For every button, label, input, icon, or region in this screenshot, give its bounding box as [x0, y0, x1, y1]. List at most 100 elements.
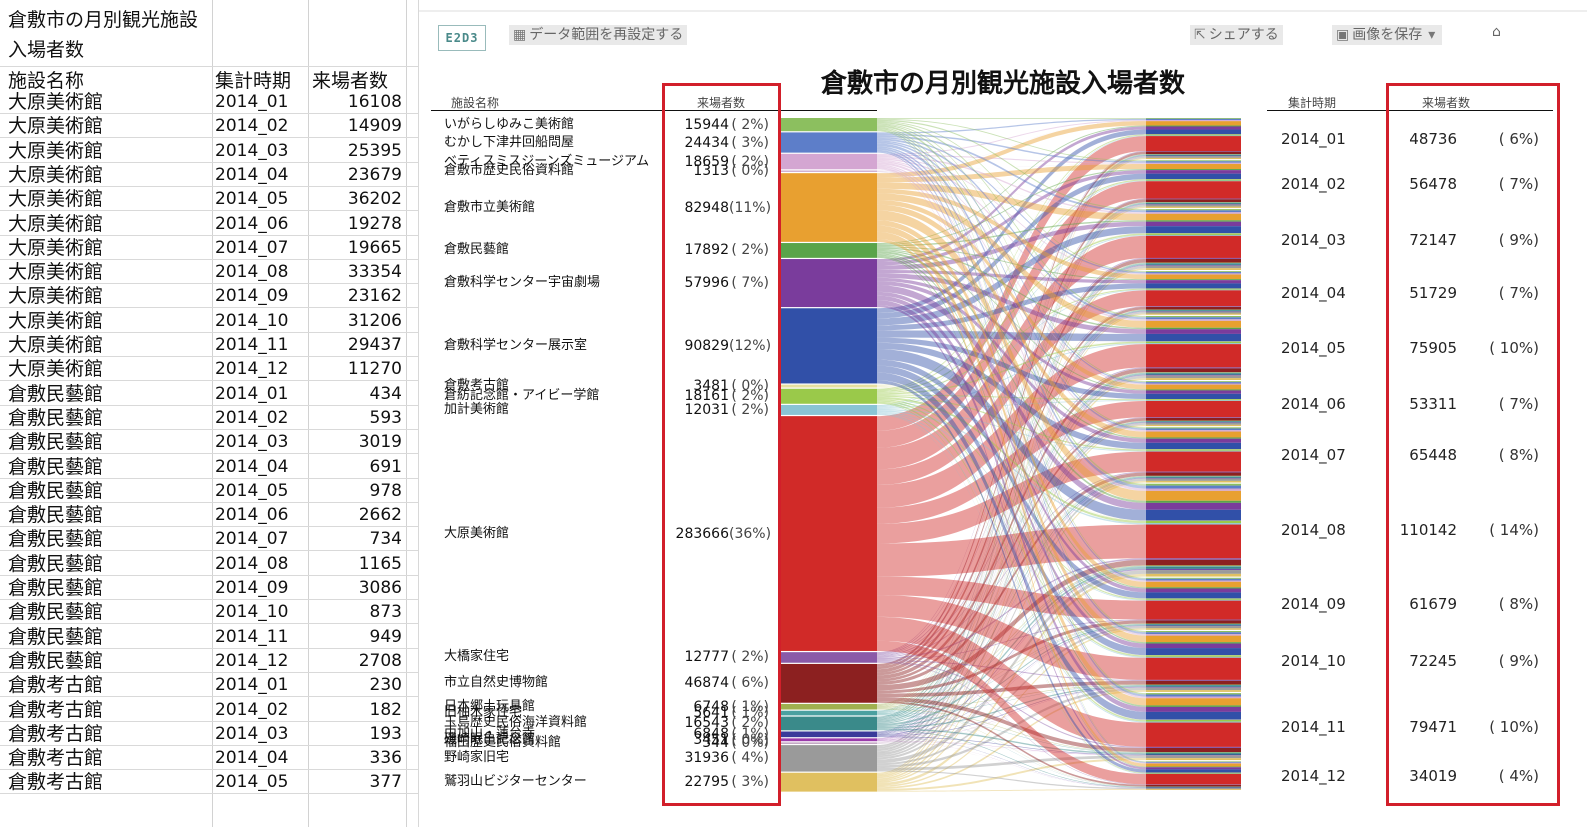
facility-bar[interactable] [779, 731, 877, 738]
cell-facility[interactable]: 倉敷民藝館 [8, 504, 103, 526]
cell-period[interactable]: 2014_01 [215, 674, 288, 696]
cell-visitors[interactable]: 11270 [312, 358, 402, 380]
period-segment[interactable] [1146, 451, 1241, 472]
cell-facility[interactable]: 大原美術館 [8, 334, 103, 356]
facility-bar[interactable] [779, 745, 877, 772]
period-segment[interactable] [1146, 438, 1241, 443]
facility-bar[interactable] [779, 738, 877, 742]
cell-visitors[interactable]: 14909 [312, 115, 402, 137]
facility-bar[interactable] [779, 663, 877, 703]
period-segment[interactable] [1146, 393, 1241, 400]
period-segment[interactable] [1146, 400, 1241, 401]
period-segment[interactable] [1146, 634, 1241, 636]
cell-period[interactable]: 2014_03 [215, 723, 288, 745]
period-segment[interactable] [1146, 273, 1241, 275]
period-segment[interactable] [1146, 690, 1241, 692]
period-segment[interactable] [1146, 156, 1241, 158]
period-segment[interactable] [1146, 389, 1241, 391]
period-segment[interactable] [1146, 283, 1241, 289]
period-segment[interactable] [1146, 374, 1241, 376]
period-segment[interactable] [1146, 767, 1241, 770]
period-segment[interactable] [1146, 367, 1241, 369]
period-segment[interactable] [1146, 271, 1241, 273]
facility-bar[interactable] [779, 132, 877, 153]
period-segment[interactable] [1146, 523, 1241, 525]
period-segment[interactable] [1146, 655, 1241, 657]
cell-visitors[interactable]: 29437 [312, 334, 402, 356]
period-segment[interactable] [1146, 288, 1241, 290]
facility-bar[interactable] [779, 384, 877, 388]
cell-period[interactable]: 2014_09 [215, 285, 288, 307]
period-segment[interactable] [1146, 685, 1241, 687]
period-segment[interactable] [1146, 478, 1241, 481]
period-segment[interactable] [1146, 648, 1241, 656]
period-segment[interactable] [1146, 635, 1241, 643]
cell-facility[interactable]: 大原美術館 [8, 310, 103, 332]
period-segment[interactable] [1146, 698, 1241, 706]
cell-visitors[interactable]: 19278 [312, 213, 402, 235]
period-segment[interactable] [1146, 642, 1241, 644]
cell-visitors[interactable]: 949 [312, 626, 402, 648]
period-segment[interactable] [1146, 721, 1241, 723]
facility-bar[interactable] [779, 170, 877, 172]
period-segment[interactable] [1146, 558, 1241, 560]
facility-bar[interactable] [779, 259, 877, 308]
period-segment[interactable] [1146, 472, 1241, 476]
period-segment[interactable] [1146, 630, 1241, 633]
period-segment[interactable] [1146, 632, 1241, 635]
cell-visitors[interactable]: 23162 [312, 285, 402, 307]
period-segment[interactable] [1146, 118, 1241, 119]
period-segment[interactable] [1146, 787, 1241, 790]
period-segment[interactable] [1146, 643, 1241, 649]
period-segment[interactable] [1146, 289, 1241, 291]
period-segment[interactable] [1146, 483, 1241, 486]
period-segment[interactable] [1146, 509, 1241, 521]
cell-facility[interactable]: 倉敷民藝館 [8, 431, 103, 453]
period-segment[interactable] [1146, 626, 1241, 629]
period-segment[interactable] [1146, 573, 1241, 577]
period-segment[interactable] [1146, 212, 1241, 214]
cell-visitors[interactable]: 434 [312, 383, 402, 405]
cell-period[interactable]: 2014_01 [215, 91, 288, 113]
period-segment[interactable] [1146, 220, 1241, 222]
period-segment[interactable] [1146, 476, 1241, 478]
period-segment[interactable] [1146, 599, 1241, 601]
period-segment[interactable] [1146, 129, 1241, 135]
period-segment[interactable] [1146, 173, 1241, 180]
cell-period[interactable]: 2014_10 [215, 601, 288, 623]
cell-facility[interactable]: 倉敷考古館 [8, 723, 103, 745]
cell-visitors[interactable]: 33354 [312, 261, 402, 283]
period-segment[interactable] [1146, 502, 1241, 510]
cell-facility[interactable]: 倉敷民藝館 [8, 626, 103, 648]
cell-period[interactable]: 2014_03 [215, 431, 288, 453]
cell-visitors[interactable]: 3086 [312, 577, 402, 599]
period-segment[interactable] [1146, 424, 1241, 427]
period-segment[interactable] [1146, 320, 1241, 328]
period-segment[interactable] [1146, 234, 1241, 236]
period-segment[interactable] [1146, 180, 1241, 182]
period-segment[interactable] [1146, 763, 1241, 767]
period-segment[interactable] [1146, 125, 1241, 127]
facility-bar[interactable] [779, 742, 877, 744]
cell-visitors[interactable]: 377 [312, 771, 402, 793]
period-segment[interactable] [1146, 272, 1241, 274]
cell-period[interactable]: 2014_10 [215, 310, 288, 332]
cell-facility[interactable]: 大原美術館 [8, 140, 103, 162]
period-segment[interactable] [1146, 384, 1241, 390]
header-cell-visitors[interactable]: 来場者数 [312, 70, 388, 92]
period-segment[interactable] [1146, 210, 1241, 213]
period-segment[interactable] [1146, 600, 1241, 620]
cell-visitors[interactable]: 19665 [312, 237, 402, 259]
period-segment[interactable] [1146, 157, 1241, 160]
cell-period[interactable]: 2014_07 [215, 237, 288, 259]
cell-period[interactable]: 2014_11 [215, 334, 288, 356]
period-segment[interactable] [1146, 449, 1241, 451]
cell-visitors[interactable]: 3019 [312, 431, 402, 453]
period-segment[interactable] [1146, 118, 1241, 121]
cell-period[interactable]: 2014_08 [215, 261, 288, 283]
period-segment[interactable] [1146, 136, 1241, 151]
cell-visitors[interactable]: 1165 [312, 553, 402, 575]
header-cell-facility[interactable]: 施設名称 [8, 70, 84, 92]
period-segment[interactable] [1146, 375, 1241, 379]
cell-period[interactable]: 2014_02 [215, 699, 288, 721]
